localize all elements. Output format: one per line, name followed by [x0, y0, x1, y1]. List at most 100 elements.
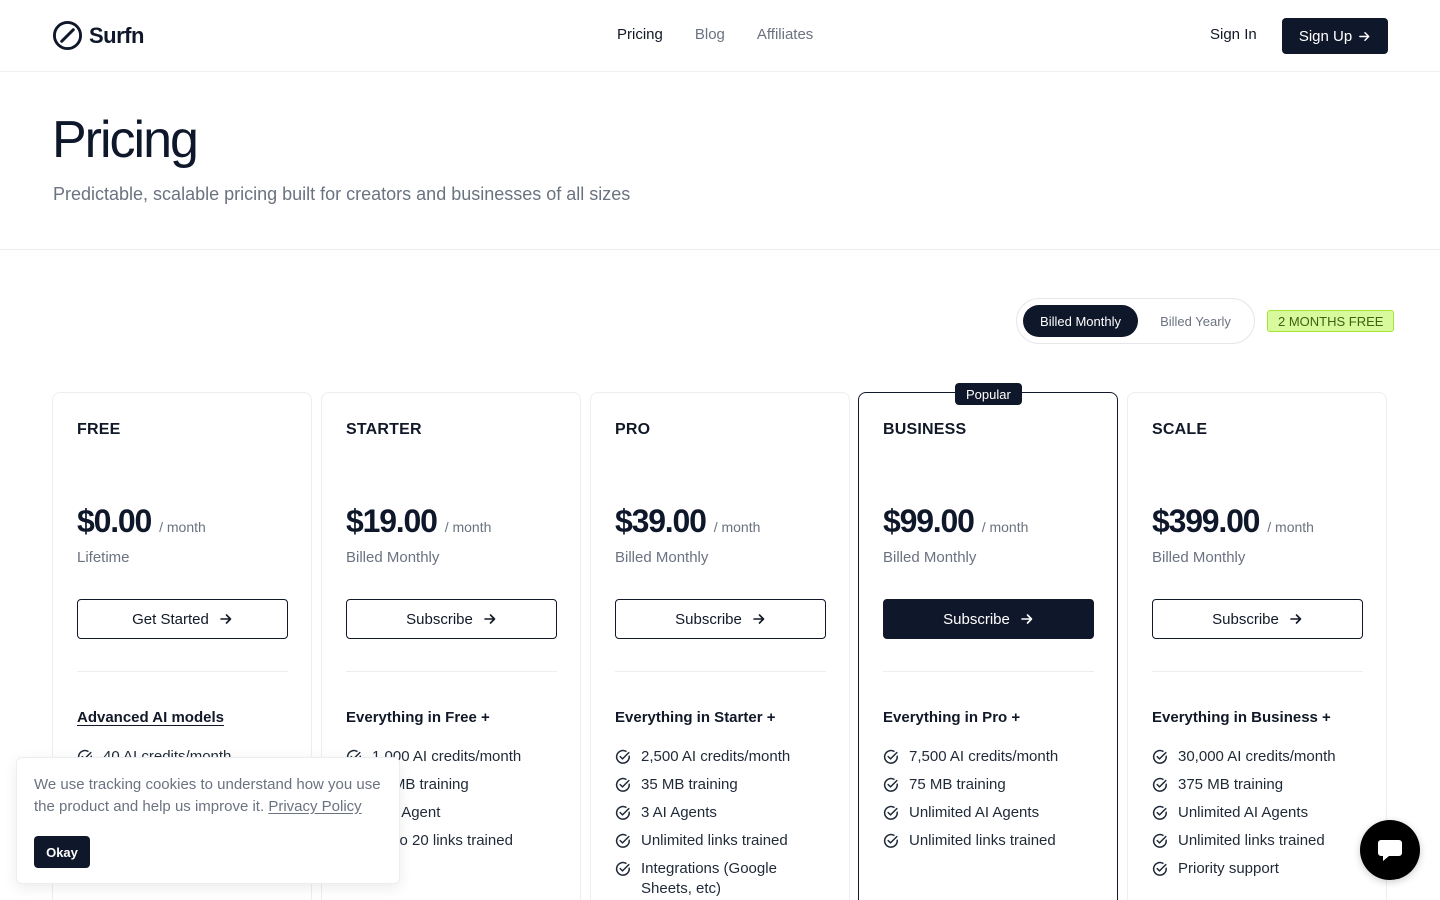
nav-blog[interactable]: Blog: [695, 26, 725, 43]
page-subtitle: Predictable, scalable pricing built for …: [53, 184, 631, 204]
plan-cta-label: Subscribe: [1212, 610, 1279, 628]
plan-name: BUSINESS: [883, 421, 967, 438]
arrow-right-icon: [1359, 31, 1370, 41]
plan-cta-button[interactable]: Subscribe: [1152, 599, 1363, 639]
plan-price: $99.00: [883, 503, 975, 539]
plan-billing: Billed Monthly: [346, 549, 440, 566]
feature-item: Unlimited AI Agents: [883, 803, 1094, 831]
feature-text: 375 MB training: [1178, 776, 1284, 793]
plan-name: FREE: [77, 421, 121, 438]
feature-list: 30,000 AI credits/month 375 MB training Un…: [1152, 747, 1363, 887]
feature-text: 3 AI Agents: [641, 804, 717, 821]
feature-item: 30,000 AI credits/month: [1152, 747, 1363, 775]
plan-price: $19.00: [346, 503, 438, 539]
arrow-right-icon: [220, 614, 232, 624]
check-circle-icon: [1152, 749, 1167, 764]
plan-card-pro: PRO $39.00 / month Billed Monthly Subscribe E…: [590, 392, 850, 900]
check-circle-icon: [615, 777, 630, 792]
feature-item: 7,500 AI credits/month: [883, 747, 1094, 775]
plan-cta-button[interactable]: Get Started: [77, 599, 288, 639]
feature-item: Unlimited links trained: [1152, 831, 1363, 859]
feature-text: Unlimited AI Agents: [909, 804, 1040, 821]
plan-name: SCALE: [1152, 421, 1208, 438]
plan-card-business: Popular BUSINESS $99.00 / month Billed Month…: [858, 383, 1118, 900]
cookie-okay-button[interactable]: Okay: [34, 836, 90, 868]
feature-item: 3 AI Agents: [615, 803, 826, 831]
arrow-right-icon: [484, 614, 496, 624]
cookie-message: We use tracking cookies to understand ho…: [34, 774, 394, 818]
nav-pricing[interactable]: Pricing: [617, 26, 663, 43]
logo[interactable]: Surfn: [52, 20, 144, 51]
plan-divider: [1152, 671, 1363, 672]
plan-divider: [346, 671, 557, 672]
hero-section: Pricing Predictable, scalable pricing bu…: [0, 72, 1440, 250]
plan-billing: Billed Monthly: [615, 549, 709, 566]
features-heading: Everything in Business +: [1152, 709, 1331, 726]
feature-item: Integrations (Google Sheets, etc): [615, 859, 826, 899]
check-circle-icon: [615, 833, 630, 848]
price-period: / month: [713, 519, 761, 535]
features-heading: Advanced AI models: [77, 709, 224, 726]
sign-up-button[interactable]: Sign Up: [1282, 18, 1388, 54]
promo-badge: 2 MONTHS FREE: [1267, 310, 1395, 332]
feature-item: 375 MB training: [1152, 775, 1363, 803]
plan-divider: [883, 671, 1094, 672]
check-circle-icon: [1152, 777, 1167, 792]
feature-text: Priority support: [1178, 860, 1279, 877]
billed-monthly-option[interactable]: Billed Monthly: [1023, 305, 1138, 337]
plan-billing: Billed Monthly: [1152, 549, 1246, 566]
main-nav: Pricing Blog Affiliates: [617, 26, 813, 43]
plan-name: PRO: [615, 421, 651, 438]
plan-cta-label: Subscribe: [406, 610, 473, 628]
feature-item: Unlimited AI Agents: [1152, 803, 1363, 831]
plan-name: STARTER: [346, 421, 422, 438]
feature-item: Unlimited links trained: [615, 831, 826, 859]
price-period: / month: [444, 519, 492, 535]
billed-yearly-option[interactable]: Billed Yearly: [1143, 305, 1248, 337]
plan-cta-label: Get Started: [132, 610, 209, 628]
plan-billing: Lifetime: [77, 549, 130, 566]
feature-text: Integrations (Google Sheets, etc): [641, 860, 777, 897]
features-heading: Everything in Free +: [346, 709, 490, 726]
check-circle-icon: [1152, 833, 1167, 848]
arrow-right-icon: [753, 614, 765, 624]
feature-text: 7,500 AI credits/month: [909, 748, 1059, 765]
chat-bubble-icon: [1378, 840, 1402, 861]
check-circle-icon: [615, 805, 630, 820]
check-circle-icon: [883, 805, 898, 820]
feature-text: Unlimited links trained: [909, 832, 1056, 849]
feature-item: 35 MB training: [615, 775, 826, 803]
features-heading: Everything in Pro +: [883, 709, 1021, 726]
chat-launcher[interactable]: [1360, 820, 1420, 880]
cookie-banner: We use tracking cookies to understand ho…: [16, 757, 400, 884]
feature-text: 2,500 AI credits/month: [641, 748, 791, 765]
feature-text: Unlimited links trained: [1178, 832, 1325, 849]
price-row: $399.00 / month: [1152, 503, 1314, 540]
plan-price: $39.00: [615, 503, 707, 539]
feature-text: 35 MB training: [641, 776, 738, 793]
plan-divider: [77, 671, 288, 672]
price-period: / month: [1267, 519, 1314, 535]
popular-badge: Popular: [955, 383, 1022, 405]
feature-list: 2,500 AI credits/month 35 MB training 3 AI…: [615, 747, 826, 899]
slashed-circle-icon: [52, 20, 83, 51]
privacy-policy-link[interactable]: Privacy Policy: [268, 798, 361, 815]
feature-text: Unlimited AI Agents: [1178, 804, 1309, 821]
plan-cta-button[interactable]: Subscribe: [615, 599, 826, 639]
plan-cta-button[interactable]: Subscribe: [883, 599, 1094, 639]
check-circle-icon: [615, 749, 630, 764]
nav-affiliates[interactable]: Affiliates: [757, 26, 813, 43]
features-heading: Everything in Starter +: [615, 709, 776, 726]
feature-list: 7,500 AI credits/month 75 MB training Unli…: [883, 747, 1094, 859]
check-circle-icon: [1152, 861, 1167, 876]
price-row: $99.00 / month: [883, 503, 1028, 540]
price-row: $19.00 / month: [346, 503, 491, 540]
plan-cta-button[interactable]: Subscribe: [346, 599, 557, 639]
check-circle-icon: [883, 777, 898, 792]
check-circle-icon: [883, 749, 898, 764]
plan-price: $0.00: [77, 503, 152, 539]
sign-in-link[interactable]: Sign In: [1210, 26, 1257, 43]
plan-card-scale: SCALE $399.00 / month Billed Monthly Subscri…: [1127, 392, 1387, 900]
plan-billing: Billed Monthly: [883, 549, 977, 566]
feature-item: 2,500 AI credits/month: [615, 747, 826, 775]
